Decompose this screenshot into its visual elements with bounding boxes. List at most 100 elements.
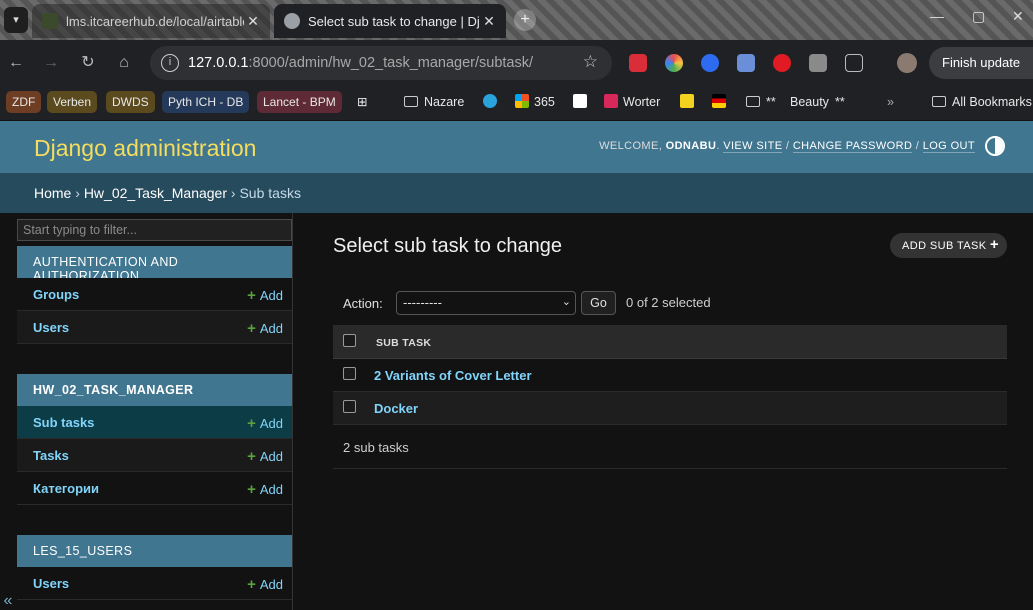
plus-icon: +: [247, 448, 256, 465]
log-out-link[interactable]: Log out: [922, 140, 975, 153]
model-link[interactable]: Users: [33, 576, 69, 591]
spade-card-icon[interactable]: [573, 91, 592, 113]
folder-icon: [746, 96, 760, 107]
row-checkbox[interactable]: [343, 400, 356, 413]
add-sub-task-button[interactable]: Add sub task +: [890, 233, 1007, 258]
bookmark-verben[interactable]: Verben: [47, 91, 98, 113]
e-logo-icon: [604, 94, 618, 108]
globe-icon: [284, 13, 300, 29]
tab-title: lms.itcareerhub.de/local/airtable: [66, 13, 244, 29]
breadcrumb: Home › Hw_02_Task_Manager › Sub tasks: [0, 173, 1033, 213]
sub-task-link[interactable]: 2 Variants of Cover Letter: [374, 368, 532, 383]
add-les-users-link[interactable]: + Add: [247, 576, 283, 593]
megaphone-extension-icon[interactable]: [737, 54, 755, 72]
add-sub-task-label: Add sub task: [902, 240, 987, 252]
add-groups-link[interactable]: + Add: [247, 287, 283, 304]
action-select[interactable]: --------- ⌄: [396, 291, 576, 315]
add-label: Add: [259, 321, 283, 336]
telegram-icon[interactable]: [483, 91, 502, 113]
site-brand[interactable]: Django administration: [34, 135, 256, 162]
extension-red-icon[interactable]: [629, 54, 647, 72]
close-tab-icon[interactable]: ✕: [480, 13, 498, 30]
add-sub-tasks-link[interactable]: + Add: [247, 415, 283, 432]
admin-header: Django administration Welcome, odnabu. V…: [0, 121, 1033, 173]
profile-avatar[interactable]: [897, 53, 917, 73]
bookmark-folder-stars[interactable]: **: [746, 91, 776, 113]
add-categories-link[interactable]: + Add: [247, 481, 283, 498]
bookmark-label: **: [766, 95, 776, 109]
plus-icon: +: [247, 481, 256, 498]
more-bookmarks-icon[interactable]: »: [887, 91, 894, 113]
finish-update-button[interactable]: Finish update: [929, 47, 1033, 79]
zoom-extension-icon[interactable]: [701, 54, 719, 72]
model-link[interactable]: Категории: [33, 481, 99, 496]
action-label: Action:: [343, 296, 383, 311]
bookmark-stars-suffix: **: [835, 95, 845, 109]
sidebar-item-groups: Groups + Add: [17, 278, 292, 311]
bookmark-beauty[interactable]: Beauty: [790, 91, 829, 113]
browser-tab-django[interactable]: Select sub task to change | Django ✕: [274, 4, 506, 38]
module-caption-auth[interactable]: Authentication and Authorization: [17, 246, 292, 283]
microsoft-icon: [515, 94, 529, 108]
forward-arrow-icon[interactable]: →: [40, 52, 62, 74]
module-caption-les-15-users[interactable]: LES_15_USERS: [17, 535, 292, 567]
select-all-checkbox[interactable]: [343, 334, 356, 347]
breadcrumb-home[interactable]: Home: [34, 185, 71, 201]
l-logo-icon[interactable]: [680, 91, 699, 113]
add-tasks-link[interactable]: + Add: [247, 448, 283, 465]
bookmark-star-icon[interactable]: ☆: [583, 52, 598, 72]
minimize-icon[interactable]: —: [930, 8, 944, 24]
collapse-sidebar-icon[interactable]: «: [0, 592, 16, 610]
new-tab-button[interactable]: +: [514, 9, 536, 31]
model-link[interactable]: Sub tasks: [33, 415, 94, 430]
breadcrumb-app[interactable]: Hw_02_Task_Manager: [84, 185, 227, 201]
bookmark-lancet-bpm[interactable]: Lancet - BPM: [257, 91, 342, 113]
home-icon[interactable]: ⌂: [113, 52, 135, 74]
close-window-icon[interactable]: ✕: [1012, 8, 1024, 25]
site-info-icon[interactable]: i: [161, 54, 179, 72]
change-password-link[interactable]: Change password: [792, 140, 913, 153]
bookmark-label: All Bookmarks: [952, 95, 1032, 109]
sidebar-item-users: Users + Add: [17, 311, 292, 344]
model-link[interactable]: Groups: [33, 287, 79, 302]
nav-filter-input[interactable]: Start typing to filter...: [17, 219, 292, 241]
close-tab-icon[interactable]: ✕: [244, 13, 262, 30]
bookmark-pyth-ich-db[interactable]: Pyth ICH - DB: [162, 91, 250, 113]
sidebar-item-sub-tasks: Sub tasks + Add: [17, 406, 292, 439]
results-table-header: Sub task: [333, 325, 1007, 359]
browser-tab-lms[interactable]: lms.itcareerhub.de/local/airtable ✕: [32, 4, 270, 38]
german-flag-icon[interactable]: [712, 91, 731, 113]
apps-grid-icon[interactable]: ⊞: [357, 91, 367, 113]
lms-favicon-icon: [42, 13, 58, 29]
theme-toggle-icon[interactable]: [985, 136, 1005, 156]
m-extension-icon[interactable]: [809, 54, 827, 72]
plus-icon: +: [989, 236, 999, 253]
maximize-icon[interactable]: ▢: [972, 8, 985, 25]
browser-toolbar: ← → ↻ ⌂ i 127.0.0.1:8000/admin/hw_02_tas…: [0, 40, 1033, 86]
view-site-link[interactable]: View site: [723, 140, 783, 153]
bookmark-365[interactable]: 365: [515, 91, 555, 113]
bookmark-worter[interactable]: Worter: [604, 91, 660, 113]
model-link[interactable]: Tasks: [33, 448, 69, 463]
infinity-extension-icon[interactable]: [773, 54, 791, 72]
address-bar[interactable]: i 127.0.0.1:8000/admin/hw_02_task_manage…: [150, 46, 612, 80]
all-bookmarks[interactable]: All Bookmarks: [932, 91, 1032, 113]
bookmark-label: Nazare: [424, 95, 465, 109]
back-arrow-icon[interactable]: ←: [5, 52, 27, 74]
model-link[interactable]: Users: [33, 320, 69, 335]
bookmark-zdf[interactable]: ZDF: [6, 91, 42, 113]
reload-icon[interactable]: ↻: [77, 52, 99, 74]
bookmark-folder-nazare[interactable]: Nazare: [404, 91, 464, 113]
module-caption-task-manager[interactable]: HW_02_TASK_MANAGER: [17, 374, 292, 406]
url-path: :8000/admin/hw_02_task_manager/subtask/: [248, 55, 534, 71]
sub-task-link[interactable]: Docker: [374, 401, 418, 416]
puzzle-extensions-icon[interactable]: [845, 54, 863, 72]
page-title: Select sub task to change: [333, 235, 563, 257]
row-checkbox[interactable]: [343, 367, 356, 380]
bookmark-dwds[interactable]: DWDS: [106, 91, 155, 113]
go-button[interactable]: Go: [581, 291, 616, 315]
add-users-link[interactable]: + Add: [247, 320, 283, 337]
table-row: Docker: [333, 392, 1007, 425]
tab-search-button[interactable]: ▾: [4, 7, 28, 33]
extension-color-wheel-icon[interactable]: [665, 54, 683, 72]
